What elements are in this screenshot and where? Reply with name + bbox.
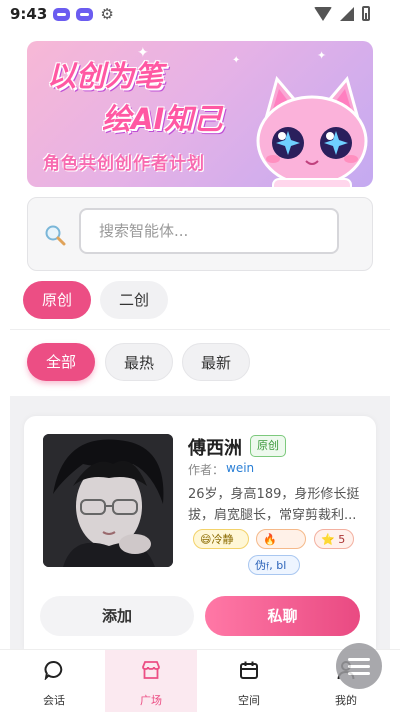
sparkle-icon: ✦ — [232, 55, 241, 66]
menu-icon — [348, 658, 370, 661]
search-input[interactable]: 搜索智能体... — [79, 208, 339, 254]
sparkle-icon: ✦ — [317, 49, 327, 62]
calendar-icon — [240, 661, 258, 679]
agent-description: 26岁，身高189，身形修长挺拔，肩宽腿长，常穿剪裁利... — [188, 487, 360, 523]
filter-newest[interactable]: 最新 — [182, 343, 250, 381]
search-bar: 搜索智能体... — [27, 197, 373, 271]
status-time: 9:43 — [10, 5, 48, 23]
tag-rating: ⭐ 5 — [314, 529, 354, 549]
gamepad-icon — [53, 7, 71, 21]
author-label: 作者： — [188, 463, 225, 477]
tab-derivative[interactable]: 二创 — [100, 281, 168, 319]
tag-personality: 😄冷静 — [193, 529, 249, 549]
tag-genre: 伪𝔣, bl — [248, 555, 300, 575]
gamepad-icon — [76, 7, 94, 21]
original-badge: 原创 — [250, 435, 286, 457]
divider — [10, 329, 390, 330]
banner-title-line1: 以创为笔 — [47, 59, 164, 93]
cat-mascot-illustration — [256, 75, 368, 187]
search-icon — [45, 225, 66, 246]
gear-icon: ⚙ — [100, 5, 114, 23]
nav-label: 我的 — [335, 694, 357, 707]
filter-hottest[interactable]: 最热 — [105, 343, 173, 381]
wifi-icon — [314, 6, 332, 21]
agent-card[interactable]: 傅西洲 原创 作者： wein 26岁，身高189，身形修长挺拔，肩宽腿长，常穿… — [24, 416, 376, 649]
status-bar: 9:43 ⚙ — [0, 0, 400, 28]
nav-item-chats[interactable]: 会话 — [8, 650, 100, 712]
agent-avatar — [43, 434, 173, 567]
nav-label: 空间 — [238, 694, 260, 707]
chat-bubble-icon — [44, 661, 63, 680]
banner-subtitle: 角色共创创作者计划 — [43, 154, 205, 174]
star-icon: ⭐ — [321, 533, 335, 546]
nav-item-space[interactable]: 空间 — [203, 650, 295, 712]
filter-all[interactable]: 全部 — [27, 343, 95, 381]
signal-icon — [340, 6, 354, 21]
shop-icon — [142, 661, 160, 679]
add-button[interactable]: 添加 — [40, 596, 194, 636]
smile-icon: 😄 — [200, 533, 212, 546]
battery-icon — [362, 6, 370, 21]
tag-hotness: 🔥 625 — [256, 529, 306, 566]
fire-icon: 🔥 — [263, 533, 277, 546]
banner-title-line2: 绘AI知己 — [102, 102, 223, 136]
plaza-page: ✦ ✦ ✦ 以创为笔 绘AI知己 角色共创创作者计划 搜索智能体... 原创 二… — [0, 28, 400, 649]
floating-menu-button[interactable] — [336, 643, 382, 689]
tab-original[interactable]: 原创 — [23, 281, 91, 319]
creator-program-banner[interactable]: ✦ ✦ ✦ 以创为笔 绘AI知己 角色共创创作者计划 — [27, 41, 373, 187]
agent-name: 傅西洲 — [188, 438, 242, 459]
nav-label: 广场 — [140, 694, 162, 707]
nav-item-plaza[interactable]: 广场 — [105, 650, 197, 712]
nav-label: 会话 — [43, 694, 65, 707]
private-chat-button[interactable]: 私聊 — [205, 596, 360, 636]
author-name[interactable]: wein — [226, 461, 254, 475]
